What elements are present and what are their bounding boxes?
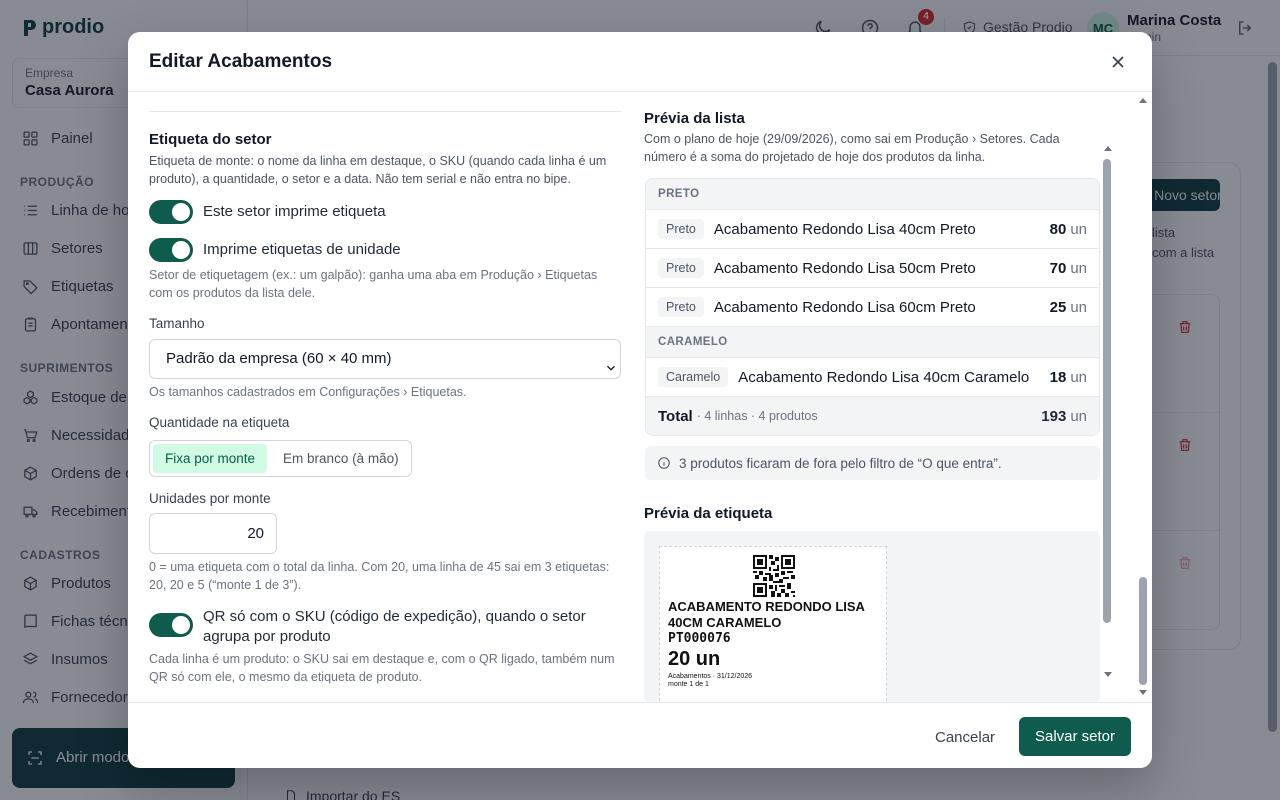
units-help: 0 = uma etiqueta com o total da linha. C… bbox=[149, 560, 610, 592]
label-product-name: ACABAMENTO REDONDO LISA 40CM CARAMELO bbox=[668, 599, 865, 630]
size-label: Tamanho bbox=[149, 316, 205, 331]
qr-code-icon bbox=[753, 555, 795, 597]
label-preview-title: Prévia da etiqueta bbox=[644, 505, 773, 522]
section-title: Etiqueta do setor bbox=[149, 131, 272, 148]
list-item: Preto Acabamento Redondo Lisa 40cm Preto… bbox=[646, 210, 1099, 249]
modal-scroll-thumb[interactable] bbox=[1139, 577, 1147, 685]
divider bbox=[149, 111, 621, 112]
list-item: Preto Acabamento Redondo Lisa 50cm Preto… bbox=[646, 249, 1099, 288]
group-header: PRETO bbox=[646, 179, 1099, 210]
close-button[interactable] bbox=[1108, 52, 1128, 72]
unit-labels-help: Setor de etiquetagem (ex.: um galpão): g… bbox=[149, 268, 598, 300]
qr-sku-toggle[interactable] bbox=[149, 613, 193, 637]
list-preview-table: PRETO Preto Acabamento Redondo Lisa 40cm… bbox=[645, 178, 1100, 436]
qty-label: Quantidade na etiqueta bbox=[149, 415, 290, 430]
total-qty: 193 bbox=[1041, 407, 1067, 425]
qty-mode-blank[interactable]: Em branco (à mão) bbox=[271, 444, 411, 473]
qty-mode-segmented: Fixa por monte Em branco (à mão) bbox=[149, 440, 412, 477]
units-label: Unidades por monte bbox=[149, 491, 271, 506]
color-chip: Preto bbox=[658, 297, 704, 317]
item-qty: 80 bbox=[1049, 220, 1067, 238]
item-qty: 18 bbox=[1049, 368, 1067, 386]
qty-mode-fixed[interactable]: Fixa por monte bbox=[153, 444, 268, 473]
total-label: Total bbox=[658, 407, 693, 425]
group-header: CARAMELO bbox=[646, 327, 1099, 358]
filter-info-text: 3 produtos ficaram de fora pelo filtro d… bbox=[679, 455, 1002, 471]
color-chip: Caramelo bbox=[658, 367, 729, 387]
unit-labels-toggle[interactable] bbox=[149, 238, 193, 262]
modal-body: Etiqueta do setor Etiqueta de monte: o n… bbox=[128, 93, 1152, 702]
qr-sku-toggle-label: QR só com o SKU (código de expedição), q… bbox=[203, 608, 586, 645]
filter-info: 3 produtos ficaram de fora pelo filtro d… bbox=[645, 446, 1100, 480]
qr-toggle-row: QR só com o SKU (código de expedição), q… bbox=[149, 605, 623, 647]
modal-footer: Cancelar Salvar setor bbox=[128, 702, 1152, 768]
cancel-button[interactable]: Cancelar bbox=[921, 717, 1009, 757]
scroll-down-icon[interactable] bbox=[1104, 672, 1112, 677]
qr-help: Cada linha é um produto: o SKU sai em de… bbox=[149, 652, 615, 684]
edit-sector-modal: Editar Acabamentos Etiqueta do setor Eti… bbox=[128, 32, 1152, 768]
item-unit: un bbox=[1070, 259, 1087, 277]
save-button[interactable]: Salvar setor bbox=[1019, 717, 1131, 756]
total-summary: · 4 linhas · 4 produtos bbox=[696, 409, 818, 423]
size-select-value: Padrão da empresa (60 × 40 mm) bbox=[166, 350, 392, 367]
size-help: Os tamanhos cadastrados em Configurações… bbox=[149, 385, 467, 399]
item-name: Acabamento Redondo Lisa 40cm Preto bbox=[713, 220, 976, 238]
modal-header: Editar Acabamentos bbox=[128, 32, 1152, 92]
list-preview-desc: Com o plano de hoje (29/09/2026), como s… bbox=[644, 132, 1060, 164]
list-item: Caramelo Acabamento Redondo Lisa 40cm Ca… bbox=[646, 358, 1099, 397]
print-label-toggle-row: Este setor imprime etiqueta bbox=[149, 200, 386, 224]
label-sku: PT000076 bbox=[668, 631, 731, 646]
list-item: Preto Acabamento Redondo Lisa 60cm Preto… bbox=[646, 288, 1099, 327]
scroll-up-icon[interactable] bbox=[1104, 146, 1112, 151]
print-label-toggle-label: Este setor imprime etiqueta bbox=[203, 203, 386, 220]
unit-labels-toggle-label: Imprime etiquetas de unidade bbox=[203, 241, 401, 258]
item-unit: un bbox=[1070, 368, 1087, 386]
color-chip: Preto bbox=[658, 258, 704, 278]
label-meta: Acabamentos · 31/12/2026 monte 1 de 1 bbox=[668, 673, 752, 689]
item-unit: un bbox=[1070, 298, 1087, 316]
total-unit: un bbox=[1070, 407, 1087, 425]
label-qty: 20 un bbox=[668, 648, 721, 670]
label-card: ACABAMENTO REDONDO LISA 40CM CARAMELO PT… bbox=[659, 546, 887, 702]
unit-labels-toggle-row: Imprime etiquetas de unidade bbox=[149, 238, 401, 262]
label-meta-line: monte 1 de 1 bbox=[668, 681, 709, 688]
print-label-toggle[interactable] bbox=[149, 200, 193, 224]
scroll-up-icon[interactable] bbox=[1139, 98, 1147, 103]
section-help: Etiqueta de monte: o nome da linha em de… bbox=[149, 154, 607, 186]
item-name: Acabamento Redondo Lisa 40cm Caramelo bbox=[738, 368, 1030, 386]
item-qty: 70 bbox=[1049, 259, 1067, 277]
item-name: Acabamento Redondo Lisa 50cm Preto bbox=[713, 259, 976, 277]
color-chip: Preto bbox=[658, 219, 704, 239]
item-name: Acabamento Redondo Lisa 60cm Preto bbox=[713, 298, 976, 316]
label-settings: Etiqueta do setor Etiqueta de monte: o n… bbox=[149, 93, 621, 702]
close-icon bbox=[1112, 56, 1124, 68]
list-preview-title: Prévia da lista bbox=[644, 110, 745, 127]
scroll-down-icon[interactable] bbox=[1139, 690, 1147, 695]
size-select[interactable]: Padrão da empresa (60 × 40 mm) bbox=[149, 339, 621, 379]
label-preview-area: ACABAMENTO REDONDO LISA 40CM CARAMELO PT… bbox=[644, 531, 1100, 702]
item-qty: 25 bbox=[1049, 298, 1067, 316]
label-meta-line: Acabamentos · 31/12/2026 bbox=[668, 673, 753, 680]
modal-title: Editar Acabamentos bbox=[149, 51, 333, 72]
preview-scroll-thumb[interactable] bbox=[1103, 159, 1111, 623]
units-per-pile-input[interactable]: 20 bbox=[149, 513, 277, 554]
info-icon bbox=[658, 457, 670, 469]
item-unit: un bbox=[1070, 220, 1087, 238]
preview-panel: Prévia da lista Com o plano de hoje (29/… bbox=[644, 93, 1100, 702]
total-row: Total · 4 linhas · 4 produtos 193 un bbox=[646, 397, 1099, 435]
